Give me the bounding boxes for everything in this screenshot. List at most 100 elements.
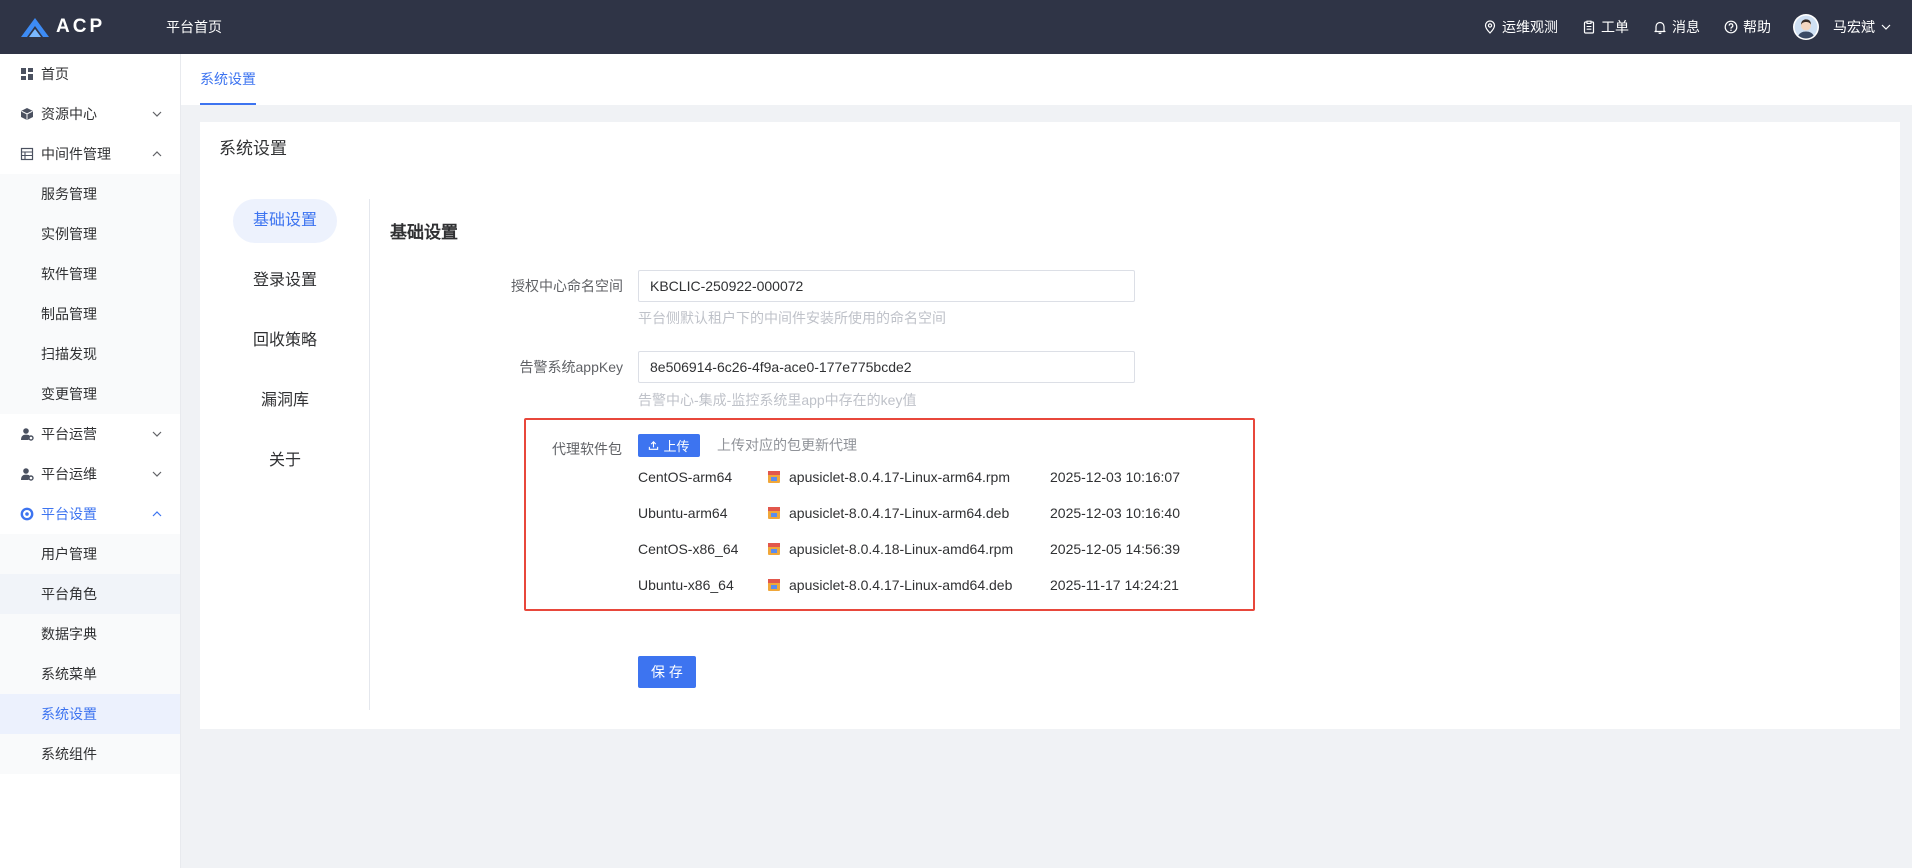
- sidebar-item-platform-operation[interactable]: 平台运营: [0, 414, 180, 454]
- submenu-middleware: 服务管理 实例管理 软件管理 制品管理 扫描发现 变更管理: [0, 174, 180, 414]
- package-row: Ubuntu-arm64 apusiclet-8.0.4.17-Linux-ar…: [526, 503, 1253, 523]
- sidebar-item-artifact-management[interactable]: 制品管理: [0, 294, 180, 334]
- help-circle-icon: [1724, 20, 1738, 34]
- sidebar-item-home[interactable]: 首页: [0, 54, 180, 94]
- home-link[interactable]: 平台首页: [166, 0, 222, 54]
- package-file-name: apusiclet-8.0.4.17-Linux-arm64.rpm: [789, 469, 1010, 485]
- sidebar-item-system-menu[interactable]: 系统菜单: [0, 654, 180, 694]
- package-file-icon: [768, 507, 780, 519]
- settings-nav-recycle-policy[interactable]: 回收策略: [233, 319, 337, 363]
- tab-system-settings[interactable]: 系统设置: [200, 54, 256, 105]
- sidebar: 首页 资源中心 中间件管理 服务管理 实例管理 软件管理 制品管理 扫描发现 变…: [0, 54, 181, 868]
- top-bar: ACP 平台首页 运维观测 工单 消息 帮助 马宏斌: [0, 0, 1912, 54]
- package-upload-time: 2025-12-03 10:16:07: [1050, 469, 1180, 485]
- user-gear-icon: [21, 428, 34, 441]
- package-upload-time: 2025-11-17 14:24:21: [1050, 577, 1179, 593]
- upload-hint: 上传对应的包更新代理: [717, 437, 857, 453]
- location-icon: [1484, 20, 1496, 34]
- package-os: Ubuntu-x86_64: [638, 577, 734, 593]
- namespace-label: 授权中心命名空间: [511, 278, 623, 294]
- upload-button[interactable]: 上传: [638, 434, 700, 457]
- package-os: Ubuntu-arm64: [638, 505, 728, 521]
- package-row: CentOS-x86_64 apusiclet-8.0.4.18-Linux-a…: [526, 539, 1253, 559]
- settings-nav-about[interactable]: 关于: [233, 439, 337, 483]
- package-upload-time: 2025-12-03 10:16:40: [1050, 505, 1180, 521]
- sidebar-item-platform-settings[interactable]: 平台设置: [0, 494, 180, 534]
- sidebar-item-platform-maintenance[interactable]: 平台运维: [0, 454, 180, 494]
- namespace-hint: 平台侧默认租户下的中间件安装所使用的命名空间: [638, 310, 946, 326]
- settings-nav-login[interactable]: 登录设置: [233, 259, 337, 303]
- sidebar-item-system-settings[interactable]: 系统设置: [0, 694, 180, 734]
- bell-icon: [1654, 21, 1666, 34]
- agent-package-label: 代理软件包: [552, 441, 622, 457]
- avatar[interactable]: [1793, 14, 1819, 40]
- chevron-down-icon: [152, 111, 162, 117]
- user-name[interactable]: 马宏斌: [1833, 17, 1875, 37]
- chevron-up-icon: [152, 511, 162, 517]
- settings-nav-divider: [369, 199, 370, 710]
- sidebar-item-label: 首页: [41, 66, 69, 82]
- package-os: CentOS-arm64: [638, 469, 733, 485]
- user-gear-icon: [21, 468, 34, 481]
- sidebar-item-label: 平台运维: [41, 466, 97, 482]
- sidebar-item-platform-roles[interactable]: 平台角色: [0, 574, 180, 614]
- package-file-icon: [768, 579, 780, 591]
- sidebar-item-label: 平台运营: [41, 426, 97, 442]
- logo-text: ACP: [56, 16, 106, 37]
- upload-button-label: 上传: [663, 439, 690, 454]
- ops-observe-label: 运维观测: [1502, 19, 1558, 35]
- ticket-link[interactable]: 工单: [1582, 17, 1629, 37]
- settings-nav-basic[interactable]: 基础设置: [233, 199, 337, 243]
- logo[interactable]: ACP: [20, 15, 105, 39]
- ticket-label: 工单: [1601, 19, 1629, 35]
- logo-icon: [21, 18, 49, 37]
- settings-nav: 基础设置 登录设置 回收策略 漏洞库 关于: [233, 199, 337, 499]
- sidebar-item-middleware[interactable]: 中间件管理: [0, 134, 180, 174]
- app-key-label: 告警系统appKey: [519, 359, 623, 375]
- namespace-input[interactable]: [638, 270, 1135, 302]
- chevron-up-icon: [152, 151, 162, 157]
- page-title: 系统设置: [219, 139, 287, 158]
- chevron-down-icon[interactable]: [1881, 23, 1891, 31]
- package-file-icon: [768, 543, 780, 555]
- clipboard-icon: [1583, 20, 1595, 34]
- server-icon: [20, 147, 34, 161]
- main-area: 系统设置 系统设置 基础设置 登录设置 回收策略 漏洞库 关于 基础设置 授权中…: [181, 54, 1912, 868]
- messages-label: 消息: [1672, 19, 1700, 35]
- upload-icon: [649, 441, 659, 450]
- sidebar-item-service-management[interactable]: 服务管理: [0, 174, 180, 214]
- package-row: CentOS-arm64 apusiclet-8.0.4.17-Linux-ar…: [526, 467, 1253, 487]
- package-file-name: apusiclet-8.0.4.17-Linux-amd64.deb: [789, 577, 1013, 593]
- section-heading: 基础设置: [390, 223, 458, 242]
- settings-icon: [20, 507, 34, 521]
- sidebar-item-user-management[interactable]: 用户管理: [0, 534, 180, 574]
- settings-card: 系统设置 基础设置 登录设置 回收策略 漏洞库 关于 基础设置 授权中心命名空间…: [200, 122, 1900, 729]
- header-actions: 运维观测 工单 消息 帮助 马宏斌: [1483, 0, 1891, 54]
- tab-bar: 系统设置: [181, 54, 1912, 105]
- messages-link[interactable]: 消息: [1653, 17, 1700, 37]
- sidebar-item-label: 中间件管理: [41, 146, 111, 162]
- chevron-down-icon: [152, 471, 162, 477]
- settings-nav-vulnerability-db[interactable]: 漏洞库: [233, 379, 337, 423]
- app-key-hint: 告警中心-集成-监控系统里app中存在的key值: [638, 392, 917, 408]
- sidebar-item-system-components[interactable]: 系统组件: [0, 734, 180, 774]
- help-link[interactable]: 帮助: [1724, 17, 1771, 37]
- package-file-name: apusiclet-8.0.4.18-Linux-amd64.rpm: [789, 541, 1014, 557]
- sidebar-item-software-management[interactable]: 软件管理: [0, 254, 180, 294]
- help-label: 帮助: [1743, 19, 1771, 35]
- ops-observe-link[interactable]: 运维观测: [1483, 17, 1558, 37]
- package-row: Ubuntu-x86_64 apusiclet-8.0.4.17-Linux-a…: [526, 575, 1253, 595]
- app-key-input[interactable]: [638, 351, 1135, 383]
- package-os: CentOS-x86_64: [638, 541, 739, 557]
- sidebar-item-data-dictionary[interactable]: 数据字典: [0, 614, 180, 654]
- sidebar-item-label: 资源中心: [41, 106, 97, 122]
- submenu-platform-settings: 用户管理 平台角色 数据字典 系统菜单 系统设置 系统组件: [0, 534, 180, 774]
- grid-icon: [21, 68, 33, 80]
- sidebar-item-scan-discovery[interactable]: 扫描发现: [0, 334, 180, 374]
- sidebar-item-change-management[interactable]: 变更管理: [0, 374, 180, 414]
- cube-icon: [21, 108, 33, 120]
- sidebar-item-label: 平台设置: [41, 506, 97, 522]
- save-button[interactable]: 保 存: [638, 656, 696, 688]
- sidebar-item-resource-center[interactable]: 资源中心: [0, 94, 180, 134]
- sidebar-item-instance-management[interactable]: 实例管理: [0, 214, 180, 254]
